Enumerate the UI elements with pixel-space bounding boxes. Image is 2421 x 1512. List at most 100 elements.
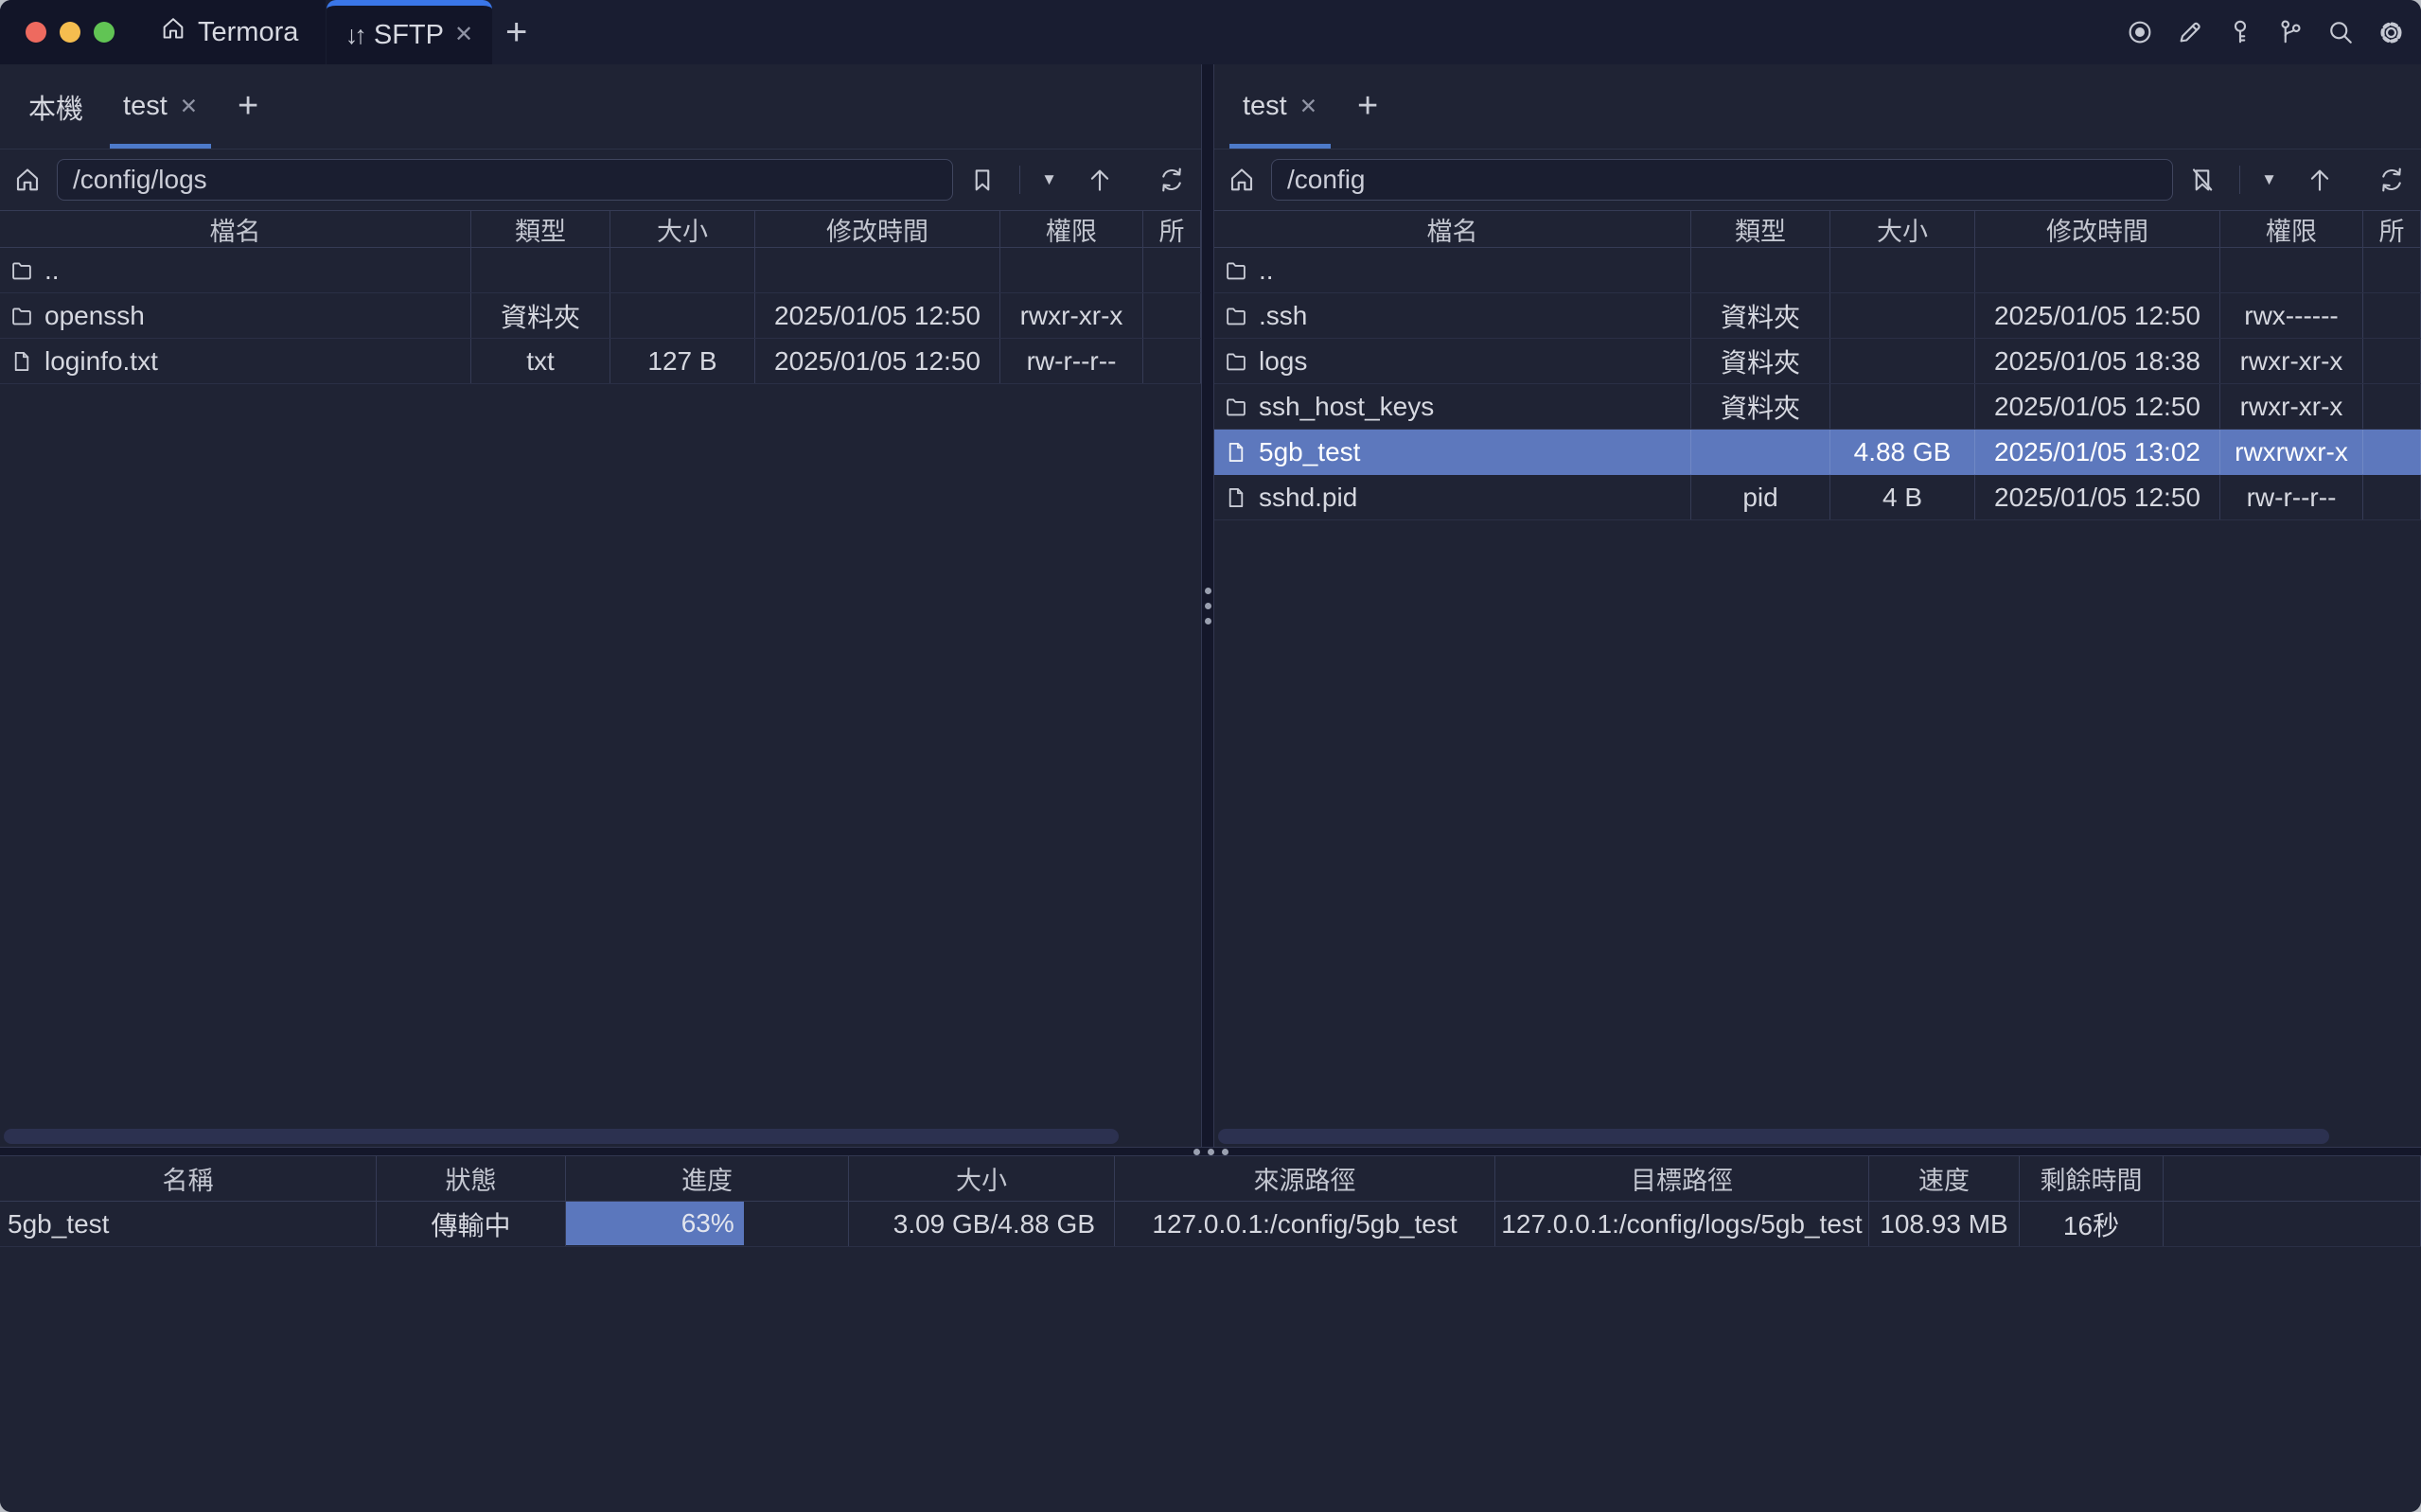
column-header[interactable]: 大小 bbox=[610, 211, 755, 247]
transfer-column-header[interactable]: 狀態 bbox=[377, 1156, 566, 1201]
transfer-header-row: 名稱狀態進度大小來源路徑目標路徑速度剩餘時間 bbox=[0, 1156, 2421, 1202]
vertical-splitter[interactable] bbox=[1201, 64, 1214, 1147]
column-header[interactable]: 修改時間 bbox=[1975, 211, 2220, 247]
column-header[interactable]: 所 bbox=[2363, 211, 2421, 247]
left-pane-tabs: 本機 test ✕ + bbox=[0, 64, 1201, 149]
column-header[interactable]: 類型 bbox=[471, 211, 610, 247]
edit-icon[interactable] bbox=[2176, 18, 2204, 46]
transfer-column-header[interactable] bbox=[2164, 1156, 2421, 1201]
column-header[interactable]: 所 bbox=[1143, 211, 1201, 247]
file-modified-cell: 2025/01/05 12:50 bbox=[1975, 293, 2220, 338]
file-size-cell: 4.88 GB bbox=[1830, 430, 1975, 474]
refresh-icon[interactable] bbox=[1157, 166, 1186, 194]
transfer-target-cell: 127.0.0.1:/config/logs/5gb_test bbox=[1495, 1202, 1869, 1246]
right-scrollbar-track bbox=[1214, 1126, 2421, 1147]
app-tab-group: Termora bbox=[0, 0, 326, 64]
horizontal-splitter[interactable] bbox=[0, 1147, 2421, 1156]
close-tab-icon[interactable]: ✕ bbox=[1299, 96, 1317, 117]
chevron-down-icon[interactable]: ▼ bbox=[2261, 170, 2277, 189]
left-horizontal-scrollbar[interactable] bbox=[4, 1129, 1119, 1144]
file-size-cell bbox=[1830, 339, 1975, 383]
file-name-label: 5gb_test bbox=[1259, 437, 1360, 467]
file-owner-cell bbox=[1143, 248, 1201, 292]
tab-termora[interactable]: Termora bbox=[160, 15, 298, 49]
transfer-column-header[interactable]: 大小 bbox=[849, 1156, 1115, 1201]
file-row-ssh_host_keys[interactable]: ssh_host_keys資料夾2025/01/05 12:50rwxr-xr-… bbox=[1214, 384, 2421, 430]
key-icon[interactable] bbox=[2226, 18, 2254, 46]
home-icon[interactable] bbox=[1228, 166, 1256, 194]
record-icon[interactable] bbox=[2126, 18, 2154, 46]
folder-icon bbox=[1224, 349, 1248, 374]
left-path-input[interactable]: /config/logs bbox=[57, 159, 953, 201]
column-header[interactable]: 檔名 bbox=[1214, 211, 1691, 247]
file-icon bbox=[1224, 440, 1248, 465]
file-type-cell bbox=[471, 248, 610, 292]
tab-sftp-active[interactable]: ↓↑ SFTP ✕ bbox=[327, 0, 492, 64]
file-modified-cell: 2025/01/05 12:50 bbox=[1975, 475, 2220, 519]
right-path-input[interactable]: /config bbox=[1271, 159, 2173, 201]
file-owner-cell bbox=[2363, 248, 2421, 292]
file-name-cell: logs bbox=[1214, 339, 1691, 383]
bookmark-off-icon[interactable] bbox=[2188, 166, 2217, 194]
file-icon bbox=[9, 349, 34, 374]
settings-icon[interactable] bbox=[2377, 18, 2406, 47]
file-row-5gb_test[interactable]: 5gb_test4.88 GB2025/01/05 13:02rwxrwxr-x bbox=[1214, 430, 2421, 475]
close-window-button[interactable] bbox=[26, 22, 46, 43]
transfer-column-header[interactable]: 速度 bbox=[1869, 1156, 2020, 1201]
left-pane-empty-area bbox=[0, 384, 1201, 1126]
column-header[interactable]: 修改時間 bbox=[755, 211, 1000, 247]
transfer-column-header[interactable]: 目標路徑 bbox=[1495, 1156, 1869, 1201]
file-name-cell: ssh_host_keys bbox=[1214, 384, 1691, 429]
file-modified-cell: 2025/01/05 13:02 bbox=[1975, 430, 2220, 474]
column-header[interactable]: 大小 bbox=[1830, 211, 1975, 247]
up-directory-icon[interactable] bbox=[1086, 166, 1114, 194]
keychain-icon[interactable] bbox=[2276, 18, 2305, 46]
close-tab-icon[interactable]: ✕ bbox=[180, 96, 198, 117]
left-tab-test-active[interactable]: test ✕ bbox=[114, 64, 207, 149]
refresh-icon[interactable] bbox=[2377, 166, 2406, 194]
transfer-panel: 名稱狀態進度大小來源路徑目標路徑速度剩餘時間5gb_test傳輸中63%3.09… bbox=[0, 1156, 2421, 1512]
right-horizontal-scrollbar[interactable] bbox=[1218, 1129, 2329, 1144]
file-row-logs[interactable]: logs資料夾2025/01/05 18:38rwxr-xr-x bbox=[1214, 339, 2421, 384]
file-row-.ssh[interactable]: .ssh資料夾2025/01/05 12:50rwx------ bbox=[1214, 293, 2421, 339]
file-row-openssh[interactable]: openssh資料夾2025/01/05 12:50rwxr-xr-x bbox=[0, 293, 1201, 339]
right-tab-test-active[interactable]: test ✕ bbox=[1233, 64, 1327, 149]
right-file-table: 檔名類型大小修改時間權限所...ssh資料夾2025/01/05 12:50rw… bbox=[1214, 210, 2421, 520]
right-add-tab-button[interactable]: + bbox=[1348, 64, 1387, 149]
left-tab-local[interactable]: 本機 bbox=[19, 64, 93, 149]
home-icon[interactable] bbox=[13, 166, 42, 194]
folder-icon bbox=[1224, 304, 1248, 328]
file-size-cell: 127 B bbox=[610, 339, 755, 383]
close-tab-icon[interactable]: ✕ bbox=[454, 24, 473, 46]
transfer-column-header[interactable]: 來源路徑 bbox=[1115, 1156, 1495, 1201]
new-terminal-tab-button[interactable]: + bbox=[505, 0, 527, 64]
file-name-label: .. bbox=[44, 255, 60, 286]
chevron-down-icon[interactable]: ▼ bbox=[1041, 170, 1057, 189]
file-row-sshd.pid[interactable]: sshd.pidpid4 B2025/01/05 12:50rw-r--r-- bbox=[1214, 475, 2421, 520]
file-row-loginfo.txt[interactable]: loginfo.txttxt127 B2025/01/05 12:50rw-r-… bbox=[0, 339, 1201, 384]
right-file-pane: test ✕ + /config ▼ bbox=[1214, 64, 2421, 1147]
titlebar-toolbar bbox=[2126, 0, 2406, 64]
file-name-label: logs bbox=[1259, 346, 1307, 377]
column-header[interactable]: 權限 bbox=[2220, 211, 2363, 247]
file-modified-cell bbox=[1975, 248, 2220, 292]
column-header[interactable]: 檔名 bbox=[0, 211, 471, 247]
file-row-..[interactable]: .. bbox=[0, 248, 1201, 293]
transfer-column-header[interactable]: 名稱 bbox=[0, 1156, 377, 1201]
transfer-column-header[interactable]: 剩餘時間 bbox=[2020, 1156, 2164, 1201]
zoom-window-button[interactable] bbox=[94, 22, 115, 43]
transfer-column-header[interactable]: 進度 bbox=[566, 1156, 849, 1201]
transfer-row-5gb_test[interactable]: 5gb_test傳輸中63%3.09 GB/4.88 GB127.0.0.1:/… bbox=[0, 1202, 2421, 1247]
file-type-cell: pid bbox=[1691, 475, 1830, 519]
file-row-..[interactable]: .. bbox=[1214, 248, 2421, 293]
column-header[interactable]: 類型 bbox=[1691, 211, 1830, 247]
bookmark-icon[interactable] bbox=[968, 166, 997, 194]
file-owner-cell bbox=[2363, 293, 2421, 338]
left-add-tab-button[interactable]: + bbox=[228, 64, 268, 149]
search-icon[interactable] bbox=[2326, 18, 2355, 46]
minimize-window-button[interactable] bbox=[60, 22, 80, 43]
column-header[interactable]: 權限 bbox=[1000, 211, 1143, 247]
file-owner-cell bbox=[1143, 293, 1201, 338]
sftp-tab-label: SFTP bbox=[374, 20, 444, 51]
up-directory-icon[interactable] bbox=[2306, 166, 2334, 194]
